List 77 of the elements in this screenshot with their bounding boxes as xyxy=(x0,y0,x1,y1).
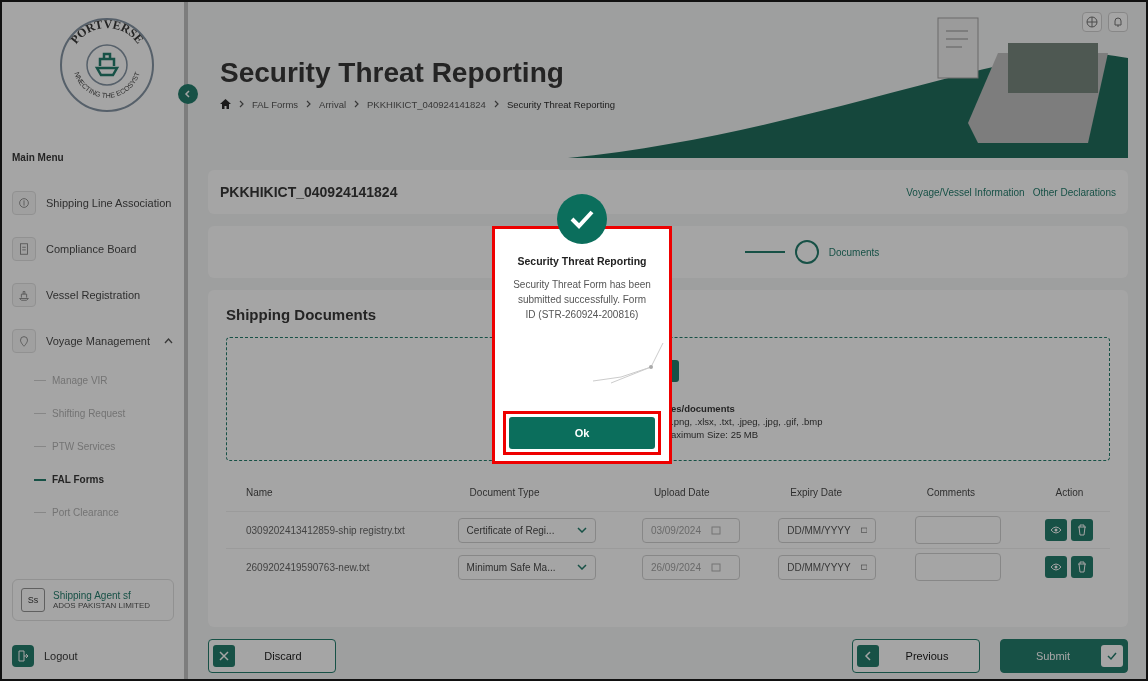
calendar-icon xyxy=(710,525,721,535)
user-name: Shipping Agent sf xyxy=(53,590,132,601)
column-header: Name xyxy=(226,473,450,512)
comments-field[interactable] xyxy=(914,553,1001,581)
section-title: Shipping Documents xyxy=(226,306,376,323)
sidebar-item[interactable]: Compliance Board xyxy=(46,243,137,255)
dropzone-text: .png, .xlsx, .txt, .jpeg, .jpg, .gif, .bmp xyxy=(671,416,823,427)
discard-button[interactable]: Discard xyxy=(208,639,336,673)
collapse-sidebar-button[interactable] xyxy=(178,84,198,104)
sidebar-item[interactable]: Voyage Management xyxy=(46,335,150,347)
breadcrumb-link[interactable]: FAL Forms xyxy=(252,98,299,110)
expiry-date-field[interactable]: DD/MM/YYYY xyxy=(778,517,877,543)
sidebar-subitem[interactable]: FAL Forms xyxy=(52,474,105,485)
comments-field[interactable] xyxy=(914,516,1001,544)
nav-link[interactable]: Other Declarations xyxy=(1032,186,1116,198)
calendar-icon xyxy=(860,525,868,535)
table-cell: 0309202413412859-ship registry.txt xyxy=(226,511,450,549)
nav-link[interactable]: Voyage/Vessel Information xyxy=(906,186,1025,198)
page-title: Security Threat Reporting xyxy=(220,56,565,89)
user-company: ADOS PAKISTAN LIMITED xyxy=(53,601,151,610)
home-icon[interactable] xyxy=(220,99,231,109)
delete-button[interactable] xyxy=(1071,519,1094,541)
chevron-right-icon xyxy=(239,100,244,108)
breadcrumb-link[interactable]: PKKHIKICT_040924141824 xyxy=(367,98,486,110)
document-type-dropdown[interactable]: Certificate of Regi... xyxy=(457,517,596,543)
info-icon xyxy=(17,196,31,210)
calendar-icon xyxy=(860,562,868,572)
trash-icon xyxy=(1077,561,1088,573)
chevron-right-icon xyxy=(306,100,312,108)
location-pin-icon xyxy=(17,334,31,348)
chevron-left-icon xyxy=(864,651,872,661)
bell-icon[interactable] xyxy=(1112,16,1124,28)
document-type-dropdown[interactable]: Minimum Safe Ma... xyxy=(457,554,596,580)
calendar-icon xyxy=(710,562,721,572)
column-header: Comments xyxy=(906,473,1029,512)
close-icon xyxy=(219,651,229,661)
column-header: Upload Date xyxy=(633,473,771,512)
dropzone-text: aximum Size: 25 MB xyxy=(671,429,760,440)
previous-button[interactable]: Previous xyxy=(852,639,980,673)
chevron-right-icon xyxy=(493,100,499,108)
chevron-down-icon xyxy=(576,527,587,533)
chevron-right-icon xyxy=(354,100,360,108)
globe-icon[interactable] xyxy=(1086,16,1098,28)
trash-icon xyxy=(1077,524,1088,536)
column-header: Expiry Date xyxy=(770,473,907,512)
sidebar-item[interactable]: Vessel Registration xyxy=(46,289,141,301)
sidebar-item[interactable]: Shipping Line Association xyxy=(46,197,172,209)
view-button[interactable] xyxy=(1045,556,1068,578)
delete-button[interactable] xyxy=(1071,556,1094,578)
column-header: Action xyxy=(1028,473,1110,512)
main-menu-label: Main Menu xyxy=(12,152,65,163)
breadcrumb-link[interactable]: Arrival xyxy=(319,98,347,110)
submit-button[interactable]: Submit xyxy=(1000,639,1128,673)
checkmark-icon xyxy=(1107,651,1117,661)
chevron-left-icon xyxy=(184,90,192,98)
logout-icon[interactable] xyxy=(17,650,29,662)
expiry-date-field[interactable]: DD/MM/YYYY xyxy=(778,554,877,580)
eye-icon xyxy=(1050,563,1063,571)
dropzone-text: es/documents xyxy=(671,403,736,414)
logout-link[interactable]: Logout xyxy=(44,650,78,662)
ok-button[interactable]: Ok xyxy=(509,417,655,449)
user-card[interactable]: Ss Shipping Agent sf ADOS PAKISTAN LIMITED xyxy=(12,579,174,621)
dialog-message: Security Threat Form has been submitted successfully. Form ID (STR-260924-200816) xyxy=(512,278,652,322)
dialog-title: Security Threat Reporting xyxy=(517,255,647,267)
step-circle-icon xyxy=(794,240,819,264)
chevron-up-icon[interactable] xyxy=(163,338,173,344)
form-id: PKKHIKICT_040924141824 xyxy=(220,184,398,200)
ship-icon xyxy=(17,288,31,302)
step-label[interactable]: Documents xyxy=(828,246,880,258)
document-icon xyxy=(17,242,31,256)
eye-icon xyxy=(1050,526,1063,534)
chevron-down-icon xyxy=(576,564,587,570)
column-header: Document Type xyxy=(449,473,634,512)
user-initials: Ss xyxy=(21,588,45,612)
breadcrumb-link[interactable]: Security Threat Reporting xyxy=(506,98,615,110)
table-cell: 2609202419590763-new.txt xyxy=(226,548,450,585)
view-button[interactable] xyxy=(1045,519,1068,541)
